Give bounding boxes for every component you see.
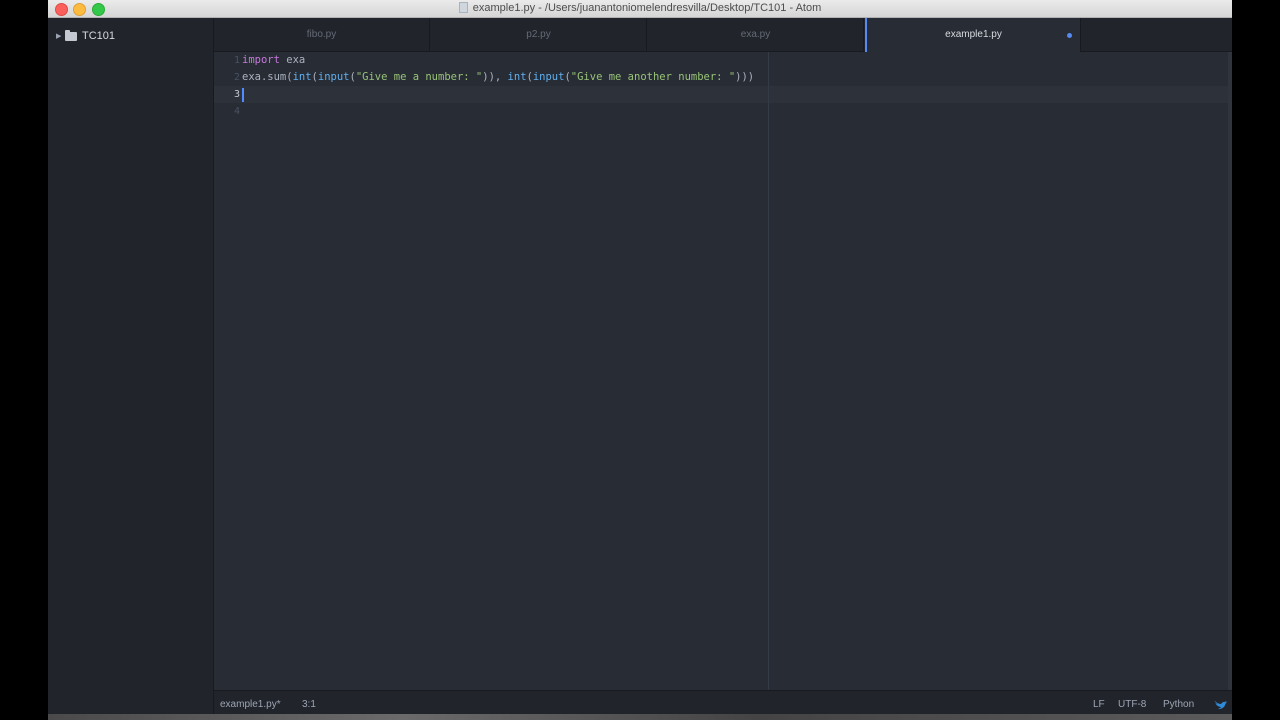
feedback-bird-icon[interactable]: [1214, 699, 1227, 710]
tab-label: exa.py: [740, 29, 771, 40]
function-token: input: [317, 71, 350, 83]
function-token: int: [292, 71, 312, 83]
wrap-guide: [768, 52, 769, 690]
title-bar[interactable]: example1.py - /Users/juanantoniomelendre…: [48, 0, 1232, 18]
code-token: )),: [482, 71, 508, 83]
function-token: int: [507, 71, 527, 83]
code-line-1: import exa: [242, 52, 305, 69]
line-number-gutter[interactable]: 1 2 3 4: [214, 52, 240, 690]
tab-label: p2.py: [526, 29, 551, 40]
line-number-current: 3: [233, 89, 240, 100]
document-icon: [458, 2, 468, 13]
line-number: 2: [233, 72, 240, 83]
code-area[interactable]: import exa exa.sum(int(input("Give me a …: [242, 52, 754, 120]
window-title: example1.py - /Users/juanantoniomelendre…: [472, 2, 822, 14]
keyword-token: import: [242, 54, 280, 66]
cursor-line-highlight: [214, 86, 1228, 103]
text-cursor: [242, 88, 244, 102]
vertical-scrollbar[interactable]: [1228, 52, 1232, 690]
code-line-2: exa.sum(int(input("Give me a number: "))…: [242, 69, 754, 86]
tab-example1-py[interactable]: example1.py: [865, 18, 1081, 52]
tab-p2-py[interactable]: p2.py: [431, 18, 647, 51]
tab-label: fibo.py: [306, 29, 337, 40]
tab-exa-py[interactable]: exa.py: [648, 18, 864, 51]
code-token: exa.sum(: [242, 71, 293, 83]
window-title-wrap: example1.py - /Users/juanantoniomelendre…: [48, 1, 1232, 16]
string-token: "Give me another number: ": [570, 71, 736, 83]
code-token: ))): [735, 71, 755, 83]
tab-label: example1.py: [945, 29, 1002, 40]
text-editor[interactable]: 1 2 3 4 import exa exa.sum(int(input("Gi…: [214, 52, 1228, 690]
tab-bar: fibo.py p2.py exa.py example1.py: [214, 18, 1232, 52]
tree-root-folder[interactable]: ▶ TC101: [56, 29, 115, 43]
chevron-right-icon[interactable]: ▶: [56, 32, 65, 40]
line-number: 4: [233, 106, 240, 117]
tab-fibo-py[interactable]: fibo.py: [214, 18, 430, 51]
function-token: input: [532, 71, 565, 83]
line-number: 1: [233, 55, 240, 66]
modified-indicator-icon[interactable]: [1067, 33, 1072, 38]
tree-view: ▶ TC101: [48, 18, 214, 720]
string-token: "Give me a number: ": [355, 71, 483, 83]
tree-root-label: TC101: [82, 30, 116, 42]
atom-window: example1.py - /Users/juanantoniomelendre…: [48, 0, 1232, 720]
desktop-background-strip: [48, 714, 1232, 720]
code-token: exa: [279, 54, 306, 66]
folder-icon: [65, 29, 77, 41]
